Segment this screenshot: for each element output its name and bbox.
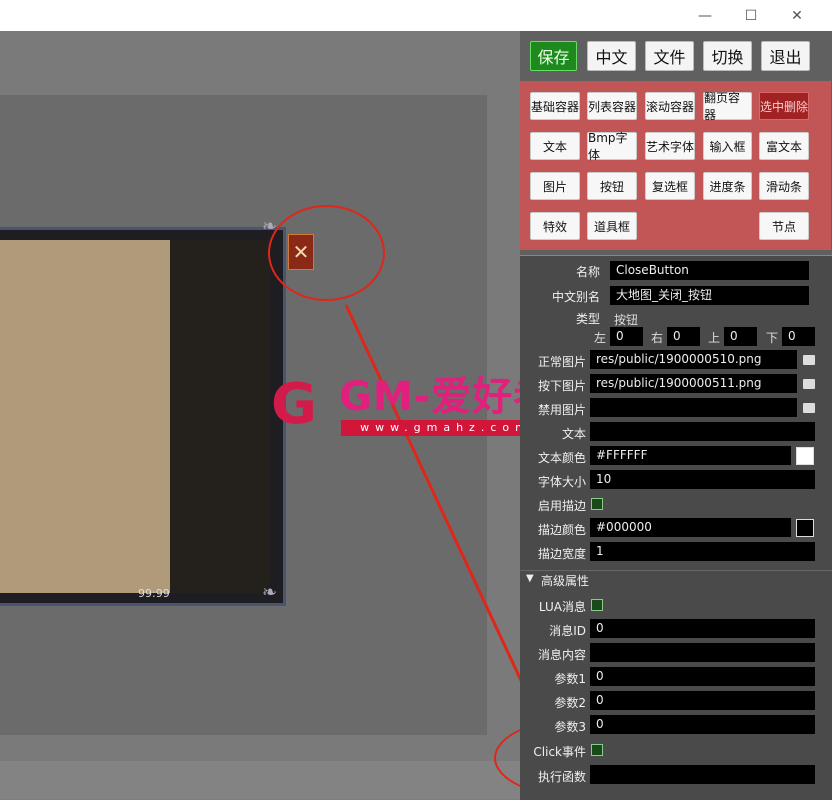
outline-enable-label: 启用描边 [537,499,586,513]
widget-button[interactable]: 复选框 [645,172,695,200]
exec-function-field[interactable] [590,765,815,784]
widget-button[interactable]: 节点 [759,212,809,240]
widget-button[interactable]: 文本 [530,132,580,160]
margin-bottom-label: 下 [766,331,779,345]
name-label: 名称 [575,265,600,279]
margin-right-label: 右 [651,331,664,345]
widget-button[interactable]: 输入框 [703,132,752,160]
widget-button[interactable]: 翻页容器 [703,91,752,122]
pressed-image-label: 按下图片 [537,379,586,393]
margin-top-field[interactable]: 0 [724,327,757,346]
widget-button[interactable]: 进度条 [703,172,752,200]
param1-field[interactable]: 0 [590,667,815,686]
text-field[interactable] [590,422,815,441]
param2-field[interactable]: 0 [590,691,815,710]
margin-top-label: 上 [708,331,721,345]
widget-button[interactable]: 滑动条 [759,172,809,200]
lua-message-checkbox[interactable] [591,599,603,611]
widget-button[interactable]: 滚动容器 [645,92,695,120]
pressed-image-field[interactable]: res/public/1900000511.png [590,374,797,393]
widget-button[interactable]: Bmp字体 [587,131,637,162]
message-content-label: 消息内容 [537,648,586,662]
text-color-label: 文本颜色 [537,451,586,465]
widget-button[interactable]: 图片 [530,172,580,200]
normal-image-field[interactable]: res/public/1900000510.png [590,350,797,369]
outline-color-field[interactable]: #000000 [590,518,791,537]
switch-button[interactable]: 切换 [703,41,752,71]
chinese-button[interactable]: 中文 [587,41,636,71]
outline-width-field[interactable]: 1 [590,542,815,561]
widget-button[interactable]: 道具框 [587,212,637,240]
advanced-section-header[interactable]: ▼ 高级属性 [520,570,832,589]
font-size-field[interactable]: 10 [590,470,815,489]
widget-button[interactable]: 富文本 [759,132,809,160]
exec-function-label: 执行函数 [537,770,586,784]
outline-color-swatch[interactable] [796,519,814,537]
file-button[interactable]: 文件 [645,41,694,71]
save-button[interactable]: 保存 [530,41,577,71]
click-event-label: Click事件 [533,745,586,759]
font-size-label: 字体大小 [537,475,586,489]
text-label: 文本 [561,427,586,441]
param1-label: 参数1 [554,672,586,686]
widget-button[interactable]: 选中删除 [759,92,809,120]
outline-width-label: 描边宽度 [537,547,586,561]
widget-button[interactable]: 基础容器 [530,92,580,120]
param3-field[interactable]: 0 [590,715,815,734]
outline-enable-checkbox[interactable] [591,498,603,510]
margin-left-label: 左 [594,331,607,345]
param3-label: 参数3 [554,720,586,734]
exit-button[interactable]: 退出 [761,41,810,71]
message-id-field[interactable]: 0 [590,619,815,638]
advanced-label: 高级属性 [541,574,590,588]
message-id-label: 消息ID [549,624,586,638]
folder-icon[interactable] [803,379,815,389]
click-event-checkbox[interactable] [591,744,603,756]
margin-bottom-field[interactable]: 0 [782,327,815,346]
triangle-down-icon: ▼ [526,573,534,584]
folder-icon[interactable] [803,355,815,365]
disabled-image-label: 禁用图片 [537,403,586,417]
text-color-field[interactable]: #FFFFFF [590,446,791,465]
lua-message-label: LUA消息 [538,600,586,614]
param2-label: 参数2 [554,696,586,710]
margin-left-field[interactable]: 0 [610,327,643,346]
text-color-swatch[interactable] [796,447,814,465]
alias-label: 中文别名 [551,290,600,304]
widget-button[interactable]: 特效 [530,212,580,240]
widget-button[interactable]: 列表容器 [587,92,637,120]
watermark-logo: G GM-爱好者 www.gmahz.com [271,360,556,440]
widget-button[interactable]: 艺术字体 [645,132,695,160]
alias-field[interactable]: 大地图_关闭_按钮 [610,286,809,305]
outline-color-label: 描边颜色 [537,523,586,537]
margin-right-field[interactable]: 0 [667,327,700,346]
disabled-image-field[interactable] [590,398,797,417]
message-content-field[interactable] [590,643,815,662]
normal-image-label: 正常图片 [537,355,586,369]
name-field[interactable]: CloseButton [610,261,809,280]
widget-button[interactable]: 按钮 [587,172,637,200]
watermark-g-icon: G [271,372,317,437]
folder-icon[interactable] [803,403,815,413]
type-value: 按钮 [614,313,639,327]
type-label: 类型 [575,312,600,326]
